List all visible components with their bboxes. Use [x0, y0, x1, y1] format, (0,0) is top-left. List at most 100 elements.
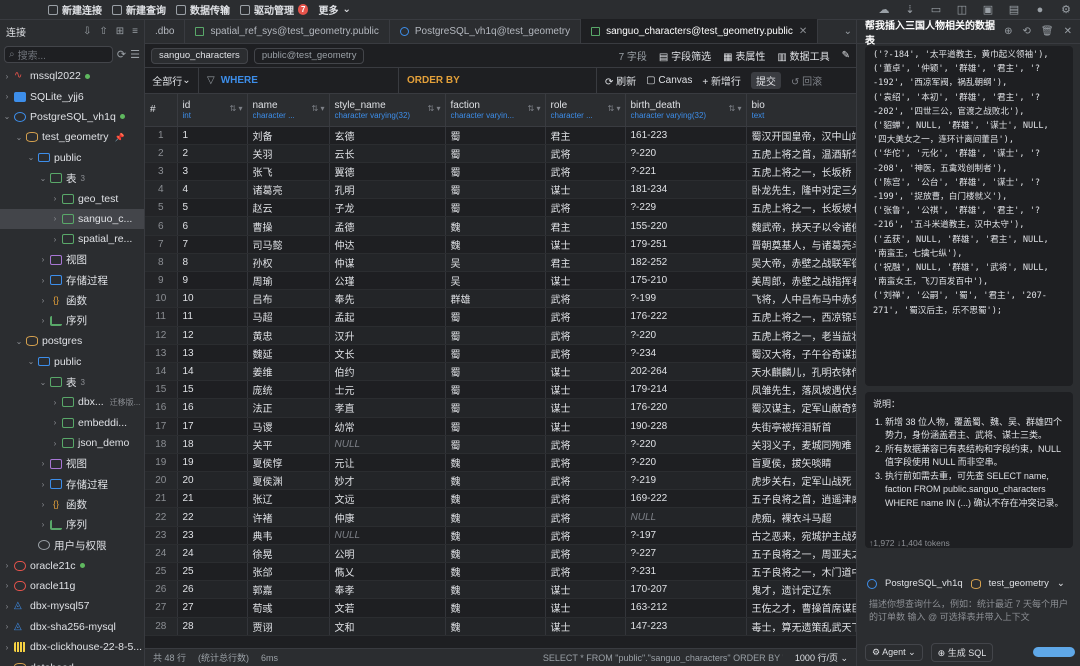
table-cell[interactable]: ?-231 [625, 562, 747, 582]
table-cell[interactable]: 魏 [445, 453, 546, 473]
chevron-icon[interactable]: › [50, 418, 60, 427]
table-cell[interactable]: NULL [329, 526, 446, 545]
tree-node[interactable]: › SQLite_yjj6 [0, 86, 144, 106]
table-cell[interactable]: 毒士，算无遗策乱武天下 [746, 617, 856, 636]
sort-icon[interactable]: ⇅ ▾ [312, 104, 325, 113]
table-cell[interactable]: 五子良将之一，周亚夫之 [746, 544, 856, 564]
table-cell[interactable]: 张飞 [247, 162, 330, 182]
table-row[interactable]: 19 19 夏侯惇 元让魏武将 ?-220 盲夏侯，拔矢啖睛 [145, 453, 856, 473]
table-row[interactable]: 12 12 黄忠 汉升蜀武将 ?-220 五虎上将之一，老当益壮 [145, 326, 856, 345]
table-cell[interactable]: 魏武帝，挟天子以令诸侯 [746, 216, 856, 236]
table-cell[interactable]: 4 [177, 180, 248, 200]
chevron-icon[interactable]: › [38, 520, 48, 529]
column-header[interactable]: biotext⇅ ▾ [746, 94, 856, 127]
cloud-upload-icon[interactable]: ☁ [878, 4, 890, 16]
tree-node[interactable]: › {} 函数 [0, 290, 144, 310]
column-header[interactable]: birth_death character varying(32) ⇅ ▾ [625, 94, 747, 127]
table-cell[interactable]: 典韦 [247, 526, 330, 545]
table-cell[interactable]: 魏 [445, 617, 546, 636]
tree-node[interactable]: ⌄ PostgreSQL_vh1q [0, 107, 144, 127]
table-cell[interactable]: 蜀 [445, 326, 546, 345]
github-icon[interactable]: ● [1034, 4, 1046, 16]
table-cell[interactable]: 24 [177, 544, 248, 564]
table-cell[interactable]: ?-234 [625, 344, 747, 363]
table-cell[interactable]: 202-264 [625, 362, 747, 382]
add-row-button[interactable]: + 新增行 [702, 73, 741, 88]
table-cell[interactable]: 魏 [445, 489, 546, 509]
table-cell[interactable]: 武将 [545, 198, 626, 218]
tree-node[interactable]: ⌄ postgres [0, 331, 144, 351]
tree-node[interactable]: ›datahead [0, 657, 144, 666]
tree-node[interactable]: › ◬ dbx-sha256-mysql [0, 617, 144, 637]
table-cell[interactable]: 儁乂 [329, 562, 446, 582]
collapse-icon[interactable]: ≡ [132, 26, 138, 37]
table-cell[interactable]: 魏 [445, 235, 546, 254]
table-cell[interactable]: 失街亭被挥泪斩首 [746, 417, 856, 436]
table-row[interactable]: 28 28 贾诩 文和魏谋士 147-223 毒士，算无遗策乱武天下 [145, 617, 856, 636]
chat-input[interactable]: 描述你想查询什么，例如：统计最近 7 天每个用户的订单数 输入 @ 可选择表并带… [869, 598, 1069, 624]
sort-icon[interactable]: ⇅ ▾ [428, 104, 441, 113]
order-by-input[interactable]: ORDER BY [399, 67, 597, 94]
chevron-icon[interactable]: ⌄ [26, 357, 36, 366]
table-cell[interactable]: 奉先 [329, 289, 446, 309]
table-cell[interactable]: 飞将，人中吕布马中赤兔 [746, 289, 856, 309]
settings-icon[interactable]: ⚙ [1060, 4, 1072, 16]
sort-icon[interactable]: ⇅ ▾ [729, 104, 742, 113]
table-cell[interactable]: 谋士 [545, 398, 626, 418]
table-cell[interactable]: 武将 [545, 289, 626, 309]
driver-manager-button[interactable]: 驱动管理 7 [240, 2, 309, 17]
context-connection[interactable]: PostgreSQL_vh1q [885, 578, 963, 589]
table-cell[interactable]: 文长 [329, 344, 446, 363]
table-row[interactable]: 14 14 姜维 伯约蜀谋士 202-264 天水麒麟儿，孔明衣钵传 [145, 362, 856, 382]
table-cell[interactable]: ?-220 [625, 326, 747, 345]
table-cell[interactable]: 关羽义子，麦城同殉难 [746, 435, 856, 454]
tree-node[interactable]: › oracle11g [0, 576, 144, 596]
chevron-icon[interactable]: ⌄ [14, 133, 24, 142]
tree-node[interactable]: ⌄ 表 3 [0, 372, 144, 392]
table-cell[interactable]: 蜀 [445, 344, 546, 363]
table-cell[interactable]: 赵云 [247, 198, 330, 218]
table-cell[interactable]: 22 [177, 507, 248, 527]
column-header[interactable]: role character ... ⇅ ▾ [545, 94, 626, 127]
table-row[interactable]: 27 27 荀彧 文若魏谋士 163-212 王佐之才，曹操首席谋臣 [145, 598, 856, 618]
table-cell[interactable]: 鬼才，遗计定辽东 [746, 580, 856, 600]
tree-node[interactable]: › oracle21c [0, 555, 144, 575]
table-cell[interactable]: 魏 [445, 580, 546, 600]
new-query-button[interactable]: 新建查询 [112, 2, 166, 17]
table-cell[interactable]: 孟德 [329, 216, 446, 236]
table-cell[interactable]: 魏 [445, 598, 546, 618]
chevron-icon[interactable]: ⌄ [14, 337, 24, 346]
delete-icon[interactable]: 🗑 [1041, 26, 1054, 37]
table-cell[interactable]: 关平 [247, 435, 330, 454]
chevron-icon[interactable]: › [38, 459, 48, 468]
table-cell[interactable]: 13 [177, 344, 248, 363]
table-row[interactable]: 18 18 关平 NULL 蜀武将 ?-220 关羽义子，麦城同殉难 [145, 435, 856, 454]
table-cell[interactable]: 虎步关右，定军山战死 [746, 471, 856, 491]
table-cell[interactable]: 晋朝奠基人，与诸葛亮斗 [746, 235, 856, 254]
table-name-pill[interactable]: sanguo_characters [151, 47, 248, 64]
table-row[interactable]: 11 11 马超 孟起蜀武将 176-222 五虎上将之一，西凉锦马 [145, 307, 856, 327]
table-cell[interactable]: 155-220 [625, 216, 747, 236]
table-cell[interactable]: 23 [177, 526, 248, 545]
table-cell[interactable]: 元让 [329, 453, 446, 473]
table-cell[interactable]: 群雄 [445, 289, 546, 309]
table-cell[interactable]: 蜀汉谋主，定军山献奇策 [746, 398, 856, 418]
table-cell[interactable]: 谋士 [545, 235, 626, 254]
sort-icon[interactable]: ⇅ ▾ [230, 104, 243, 113]
column-header[interactable]: id int ⇅ ▾ [177, 94, 248, 127]
chevron-icon[interactable]: › [50, 398, 60, 407]
table-cell[interactable]: 武将 [545, 435, 626, 454]
table-cell[interactable]: 子龙 [329, 198, 446, 218]
table-cell[interactable]: 翼德 [329, 162, 446, 182]
table-row[interactable]: 25 25 张郃 儁乂魏武将 ?-231 五子良将之一，木门道中 [145, 562, 856, 582]
table-cell[interactable]: 五虎上将之一，长坂桥 [746, 162, 856, 182]
table-cell[interactable]: 170-207 [625, 580, 747, 600]
chevron-icon[interactable]: ⌄ [26, 153, 36, 162]
table-cell[interactable]: 五子良将之一，木门道中 [746, 562, 856, 582]
table-cell[interactable]: 仲谋 [329, 253, 446, 273]
split-icon[interactable]: ◫ [956, 4, 968, 16]
table-cell[interactable]: NULL [329, 435, 446, 454]
table-cell[interactable]: 179-214 [625, 380, 747, 400]
table-cell[interactable]: 虎痴，裸衣斗马超 [746, 507, 856, 527]
table-cell[interactable]: ?-221 [625, 162, 747, 182]
